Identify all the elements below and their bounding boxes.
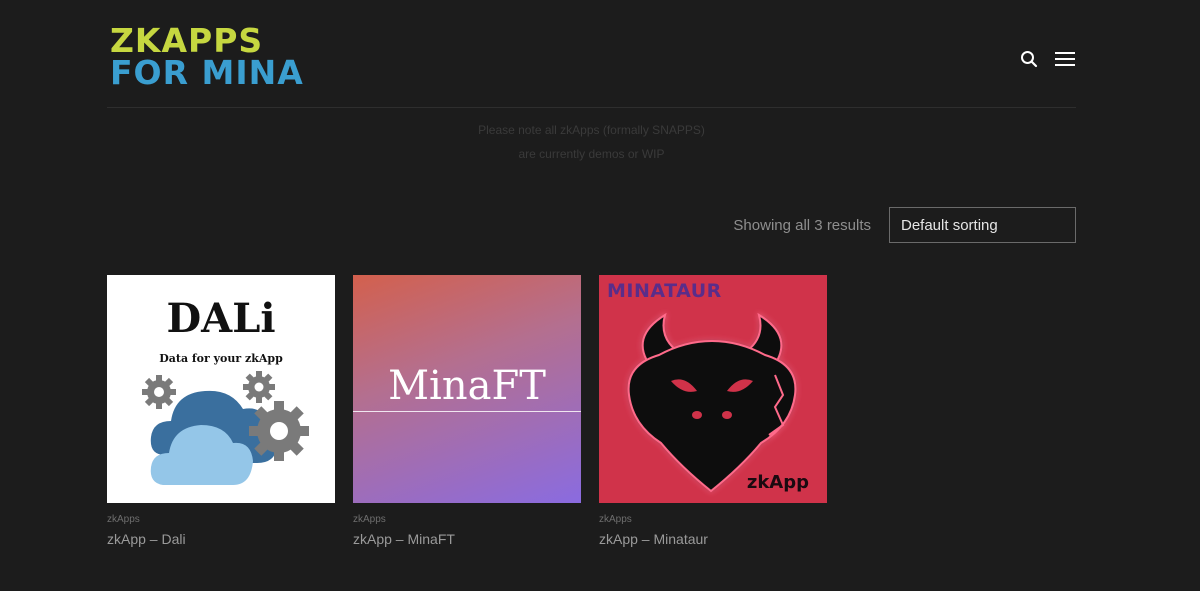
site-logo[interactable]: ZKAPPS FOR MINA xyxy=(110,24,304,92)
product-image-dali[interactable]: DALi Data for your zkApp xyxy=(107,275,335,503)
menu-button[interactable] xyxy=(1054,48,1076,70)
logo-line-2: FOR MINA xyxy=(110,53,304,92)
product-category[interactable]: zkApps xyxy=(353,514,581,525)
product-card-minataur[interactable]: MINATAUR zkApp zkApps zkApp – Minataur xyxy=(599,275,827,547)
site-header: ZKAPPS FOR MINA xyxy=(107,0,1076,108)
product-grid: DALi Data for your zkApp zkApps zkApp – … xyxy=(107,275,827,547)
sort-selected-value: Default sorting xyxy=(901,216,998,234)
notice-line-2: are currently demos or WIP xyxy=(518,147,665,161)
product-category[interactable]: zkApps xyxy=(599,514,827,525)
sort-select[interactable]: Default sorting xyxy=(889,207,1076,243)
minataur-image-badge: zkApp xyxy=(746,472,809,493)
minotaur-head-icon xyxy=(627,312,797,493)
product-card-dali[interactable]: DALi Data for your zkApp zkApps zkApp – … xyxy=(107,275,335,547)
product-card-minaft[interactable]: MinaFT zkApps zkApp – MinaFT xyxy=(353,275,581,547)
result-count: Showing all 3 results xyxy=(733,216,871,234)
minaft-divider xyxy=(353,411,581,412)
search-button[interactable] xyxy=(1018,48,1040,70)
product-category[interactable]: zkApps xyxy=(107,514,335,525)
hamburger-menu-icon xyxy=(1055,52,1075,66)
cloud-gears-icon xyxy=(142,371,309,485)
product-image-minaft[interactable]: MinaFT xyxy=(353,275,581,503)
header-icons xyxy=(1018,48,1076,70)
product-title[interactable]: zkApp – MinaFT xyxy=(353,531,581,547)
product-image-minataur[interactable]: MINATAUR zkApp xyxy=(599,275,827,503)
product-title[interactable]: zkApp – Dali xyxy=(107,531,335,547)
minaft-image-title: MinaFT xyxy=(388,363,546,409)
demo-notice: Please note all zkApps (formally SNAPPS)… xyxy=(107,118,1076,166)
notice-line-1: Please note all zkApps (formally SNAPPS) xyxy=(478,123,705,137)
product-title[interactable]: zkApp – Minataur xyxy=(599,531,827,547)
search-icon xyxy=(1021,51,1038,68)
shop-toolbar: Showing all 3 results Default sorting xyxy=(733,207,1076,243)
page-container: ZKAPPS FOR MINA Please note all zkApps (… xyxy=(107,0,1076,547)
